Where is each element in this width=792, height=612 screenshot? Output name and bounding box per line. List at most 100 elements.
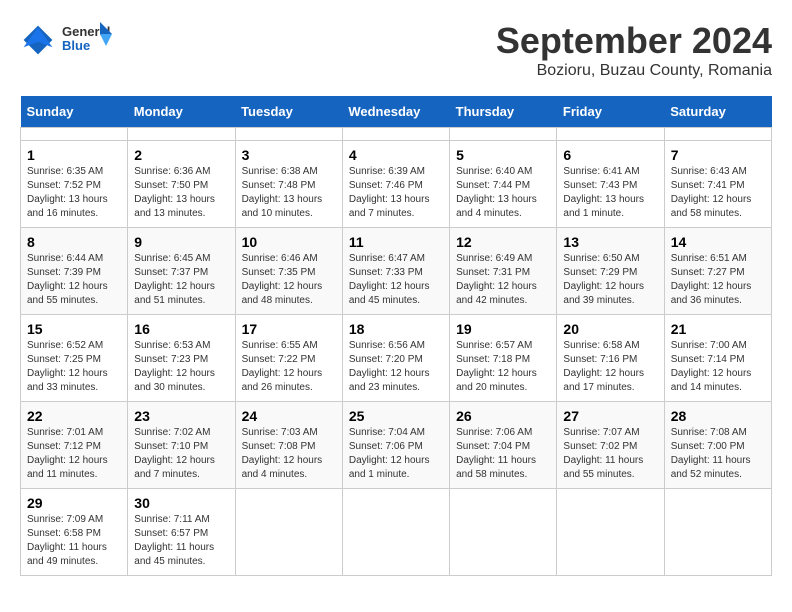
day-info: Sunrise: 7:00 AMSunset: 7:14 PMDaylight:…	[671, 339, 765, 395]
day-number: 12	[456, 234, 550, 250]
calendar-cell	[450, 128, 557, 141]
day-number: 27	[563, 408, 657, 424]
calendar-week-3: 8 Sunrise: 6:44 AMSunset: 7:39 PMDaylight…	[21, 228, 772, 315]
day-number: 21	[671, 321, 765, 337]
calendar-cell	[235, 128, 342, 141]
calendar-cell: 22 Sunrise: 7:01 AMSunset: 7:12 PMDayligh…	[21, 402, 128, 489]
calendar-cell	[450, 489, 557, 576]
calendar-week-5: 22 Sunrise: 7:01 AMSunset: 7:12 PMDayligh…	[21, 402, 772, 489]
day-number: 22	[27, 408, 121, 424]
calendar-cell: 18Sunrise: 6:56 AMSunset: 7:20 PMDayligh…	[342, 315, 449, 402]
calendar-cell: 15Sunrise: 6:52 AMSunset: 7:25 PMDayligh…	[21, 315, 128, 402]
calendar-cell	[21, 128, 128, 141]
weekday-header-monday: Monday	[128, 96, 235, 128]
day-number: 7	[671, 147, 765, 163]
calendar-cell: 2 Sunrise: 6:36 AMSunset: 7:50 PMDaylight…	[128, 141, 235, 228]
svg-text:Blue: Blue	[62, 38, 90, 53]
calendar-cell	[235, 489, 342, 576]
calendar-cell	[342, 489, 449, 576]
day-number: 14	[671, 234, 765, 250]
day-info: Sunrise: 6:49 AMSunset: 7:31 PMDaylight:…	[456, 252, 550, 308]
logo-graphic: General Blue	[62, 20, 112, 60]
calendar-cell: 24 Sunrise: 7:03 AMSunset: 7:08 PMDayligh…	[235, 402, 342, 489]
calendar-cell: 25 Sunrise: 7:04 AMSunset: 7:06 PMDayligh…	[342, 402, 449, 489]
day-info: Sunrise: 6:36 AMSunset: 7:50 PMDaylight:…	[134, 165, 228, 221]
day-info: Sunrise: 6:57 AMSunset: 7:18 PMDaylight:…	[456, 339, 550, 395]
day-number: 15	[27, 321, 121, 337]
day-info: Sunrise: 7:06 AMSunset: 7:04 PMDaylight:…	[456, 426, 550, 482]
day-number: 6	[563, 147, 657, 163]
day-info: Sunrise: 6:46 AMSunset: 7:35 PMDaylight:…	[242, 252, 336, 308]
day-number: 28	[671, 408, 765, 424]
calendar-cell: 23 Sunrise: 7:02 AMSunset: 7:10 PMDayligh…	[128, 402, 235, 489]
day-number: 29	[27, 495, 121, 511]
day-number: 25	[349, 408, 443, 424]
day-info: Sunrise: 7:07 AMSunset: 7:02 PMDaylight:…	[563, 426, 657, 482]
calendar-table: SundayMondayTuesdayWednesdayThursdayFrid…	[20, 96, 772, 576]
day-info: Sunrise: 7:08 AMSunset: 7:00 PMDaylight:…	[671, 426, 765, 482]
day-number: 24	[242, 408, 336, 424]
calendar-cell	[557, 489, 664, 576]
weekday-header-row: SundayMondayTuesdayWednesdayThursdayFrid…	[21, 96, 772, 128]
calendar-cell: 1Sunrise: 6:35 AMSunset: 7:52 PMDaylight…	[21, 141, 128, 228]
day-number: 9	[134, 234, 228, 250]
day-number: 10	[242, 234, 336, 250]
day-info: Sunrise: 7:02 AMSunset: 7:10 PMDaylight:…	[134, 426, 228, 482]
calendar-cell	[128, 128, 235, 141]
day-info: Sunrise: 6:41 AMSunset: 7:43 PMDaylight:…	[563, 165, 657, 221]
day-info: Sunrise: 7:04 AMSunset: 7:06 PMDaylight:…	[349, 426, 443, 482]
calendar-cell: 7 Sunrise: 6:43 AMSunset: 7:41 PMDaylight…	[664, 141, 771, 228]
calendar-cell: 26Sunrise: 7:06 AMSunset: 7:04 PMDayligh…	[450, 402, 557, 489]
calendar-cell: 8 Sunrise: 6:44 AMSunset: 7:39 PMDaylight…	[21, 228, 128, 315]
day-info: Sunrise: 6:45 AMSunset: 7:37 PMDaylight:…	[134, 252, 228, 308]
day-number: 3	[242, 147, 336, 163]
weekday-header-saturday: Saturday	[664, 96, 771, 128]
calendar-cell: 9 Sunrise: 6:45 AMSunset: 7:37 PMDaylight…	[128, 228, 235, 315]
day-info: Sunrise: 6:51 AMSunset: 7:27 PMDaylight:…	[671, 252, 765, 308]
calendar-cell: 20Sunrise: 6:58 AMSunset: 7:16 PMDayligh…	[557, 315, 664, 402]
day-info: Sunrise: 6:55 AMSunset: 7:22 PMDaylight:…	[242, 339, 336, 395]
day-number: 19	[456, 321, 550, 337]
weekday-header-friday: Friday	[557, 96, 664, 128]
calendar-cell: 28 Sunrise: 7:08 AMSunset: 7:00 PMDayligh…	[664, 402, 771, 489]
day-number: 30	[134, 495, 228, 511]
calendar-cell: 13Sunrise: 6:50 AMSunset: 7:29 PMDayligh…	[557, 228, 664, 315]
weekday-header-wednesday: Wednesday	[342, 96, 449, 128]
location-subtitle: Bozioru, Buzau County, Romania	[496, 62, 772, 80]
day-info: Sunrise: 7:03 AMSunset: 7:08 PMDaylight:…	[242, 426, 336, 482]
day-number: 23	[134, 408, 228, 424]
day-number: 18	[349, 321, 443, 337]
calendar-cell	[557, 128, 664, 141]
calendar-cell: 6 Sunrise: 6:41 AMSunset: 7:43 PMDaylight…	[557, 141, 664, 228]
day-info: Sunrise: 6:35 AMSunset: 7:52 PMDaylight:…	[27, 165, 121, 221]
day-number: 5	[456, 147, 550, 163]
day-info: Sunrise: 6:58 AMSunset: 7:16 PMDaylight:…	[563, 339, 657, 395]
calendar-cell: 4 Sunrise: 6:39 AMSunset: 7:46 PMDaylight…	[342, 141, 449, 228]
day-number: 2	[134, 147, 228, 163]
day-info: Sunrise: 6:43 AMSunset: 7:41 PMDaylight:…	[671, 165, 765, 221]
day-info: Sunrise: 6:44 AMSunset: 7:39 PMDaylight:…	[27, 252, 121, 308]
day-info: Sunrise: 6:47 AMSunset: 7:33 PMDaylight:…	[349, 252, 443, 308]
calendar-cell: 11Sunrise: 6:47 AMSunset: 7:33 PMDayligh…	[342, 228, 449, 315]
day-number: 4	[349, 147, 443, 163]
day-info: Sunrise: 6:53 AMSunset: 7:23 PMDaylight:…	[134, 339, 228, 395]
calendar-cell: 19 Sunrise: 6:57 AMSunset: 7:18 PMDayligh…	[450, 315, 557, 402]
calendar-cell	[664, 128, 771, 141]
title-block: September 2024 Bozioru, Buzau County, Ro…	[496, 20, 772, 80]
logo-icon	[20, 22, 56, 58]
month-title: September 2024	[496, 20, 772, 62]
day-number: 13	[563, 234, 657, 250]
calendar-cell	[664, 489, 771, 576]
day-number: 8	[27, 234, 121, 250]
calendar-week-6: 29 Sunrise: 7:09 AMSunset: 6:58 PMDayligh…	[21, 489, 772, 576]
calendar-week-2: 1Sunrise: 6:35 AMSunset: 7:52 PMDaylight…	[21, 141, 772, 228]
calendar-cell: 16Sunrise: 6:53 AMSunset: 7:23 PMDayligh…	[128, 315, 235, 402]
day-info: Sunrise: 7:09 AMSunset: 6:58 PMDaylight:…	[27, 513, 121, 569]
calendar-cell: 12 Sunrise: 6:49 AMSunset: 7:31 PMDayligh…	[450, 228, 557, 315]
day-info: Sunrise: 6:39 AMSunset: 7:46 PMDaylight:…	[349, 165, 443, 221]
calendar-cell: 29 Sunrise: 7:09 AMSunset: 6:58 PMDayligh…	[21, 489, 128, 576]
day-number: 17	[242, 321, 336, 337]
calendar-cell	[342, 128, 449, 141]
weekday-header-sunday: Sunday	[21, 96, 128, 128]
day-info: Sunrise: 7:01 AMSunset: 7:12 PMDaylight:…	[27, 426, 121, 482]
